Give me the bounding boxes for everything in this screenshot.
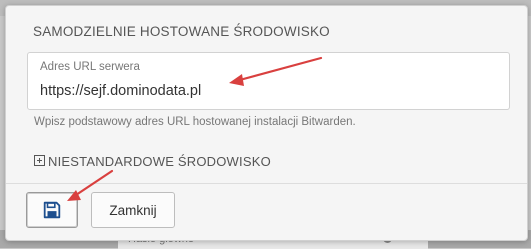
custom-environment-toggle[interactable]: NIESTANDARDOWE ŚRODOWISKO (34, 154, 271, 169)
save-button[interactable] (26, 192, 78, 228)
server-url-label: Adres URL serwera (40, 61, 140, 73)
footer-divider (6, 183, 527, 184)
environment-settings-modal: SAMODZIELNIE HOSTOWANE ŚRODOWISKO Adres … (5, 5, 528, 241)
section-title: SAMODZIELNIE HOSTOWANE ŚRODOWISKO (33, 24, 330, 39)
server-url-input[interactable]: https://sejf.dominodata.pl (40, 83, 201, 99)
custom-environment-label: NIESTANDARDOWE ŚRODOWISKO (48, 154, 271, 169)
close-button[interactable]: Zamknij (91, 192, 175, 228)
server-url-hint: Wpisz podstawowy adres URL hostowanej in… (34, 116, 356, 128)
plus-square-icon (34, 155, 45, 166)
floppy-disk-icon (43, 201, 61, 219)
server-url-field[interactable]: Adres URL serwera https://sejf.dominodat… (27, 52, 510, 110)
